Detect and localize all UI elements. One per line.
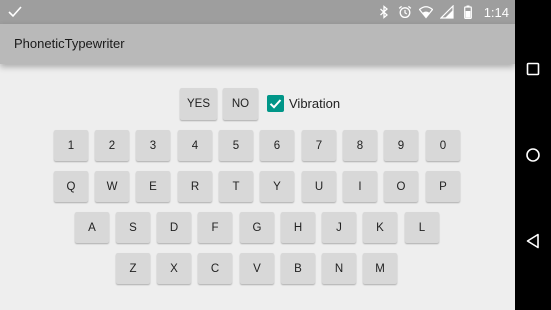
key-r[interactable]: R: [178, 171, 212, 202]
yes-button[interactable]: YES: [180, 88, 217, 120]
checkmark-icon: [269, 99, 282, 109]
key-p[interactable]: P: [426, 171, 460, 202]
no-button[interactable]: NO: [223, 88, 258, 120]
status-bar: 1:14: [0, 0, 515, 24]
key-4[interactable]: 4: [178, 130, 212, 161]
recents-icon: [526, 62, 540, 76]
vibration-label: Vibration: [289, 96, 341, 111]
vibration-checkbox[interactable]: [267, 95, 284, 112]
key-m[interactable]: M: [363, 253, 397, 284]
key-s[interactable]: S: [116, 212, 150, 243]
key-b[interactable]: B: [281, 253, 315, 284]
key-h[interactable]: H: [281, 212, 315, 243]
key-c[interactable]: C: [198, 253, 232, 284]
key-n[interactable]: N: [322, 253, 356, 284]
navigation-bar: [515, 0, 551, 310]
key-i[interactable]: I: [343, 171, 377, 202]
key-w[interactable]: W: [95, 171, 129, 202]
battery-icon: [463, 5, 472, 19]
key-x[interactable]: X: [157, 253, 191, 284]
key-2[interactable]: 2: [95, 130, 129, 161]
back-button[interactable]: [524, 232, 542, 250]
key-a[interactable]: A: [75, 212, 109, 243]
key-z[interactable]: Z: [116, 253, 150, 284]
key-e[interactable]: E: [136, 171, 170, 202]
key-f[interactable]: F: [198, 212, 232, 243]
key-q[interactable]: Q: [54, 171, 88, 202]
key-9[interactable]: 9: [384, 130, 418, 161]
key-o[interactable]: O: [384, 171, 418, 202]
app-screen: 1:14 PhoneticTypewriter YES NO Vibration…: [0, 0, 515, 310]
key-u[interactable]: U: [302, 171, 336, 202]
recents-button[interactable]: [524, 60, 542, 78]
alarm-icon: [398, 5, 411, 19]
signal-icon: [439, 5, 454, 19]
key-k[interactable]: K: [363, 212, 397, 243]
key-j[interactable]: J: [322, 212, 356, 243]
app-title: PhoneticTypewriter: [14, 36, 125, 51]
key-3[interactable]: 3: [136, 130, 170, 161]
back-icon: [526, 233, 539, 249]
key-v[interactable]: V: [240, 253, 274, 284]
check-icon: [8, 6, 22, 18]
key-d[interactable]: D: [157, 212, 191, 243]
key-l[interactable]: L: [405, 212, 439, 243]
home-icon: [526, 148, 540, 162]
key-1[interactable]: 1: [54, 130, 88, 161]
wifi-icon: [418, 6, 433, 19]
key-8[interactable]: 8: [343, 130, 377, 161]
key-g[interactable]: G: [240, 212, 274, 243]
key-6[interactable]: 6: [260, 130, 294, 161]
app-bar: PhoneticTypewriter: [0, 24, 515, 64]
bluetooth-icon: [379, 5, 388, 19]
key-0[interactable]: 0: [426, 130, 460, 161]
home-button[interactable]: [524, 146, 542, 164]
key-7[interactable]: 7: [302, 130, 336, 161]
key-t[interactable]: T: [219, 171, 253, 202]
key-y[interactable]: Y: [260, 171, 294, 202]
status-time: 1:14: [483, 4, 509, 20]
key-5[interactable]: 5: [219, 130, 253, 161]
